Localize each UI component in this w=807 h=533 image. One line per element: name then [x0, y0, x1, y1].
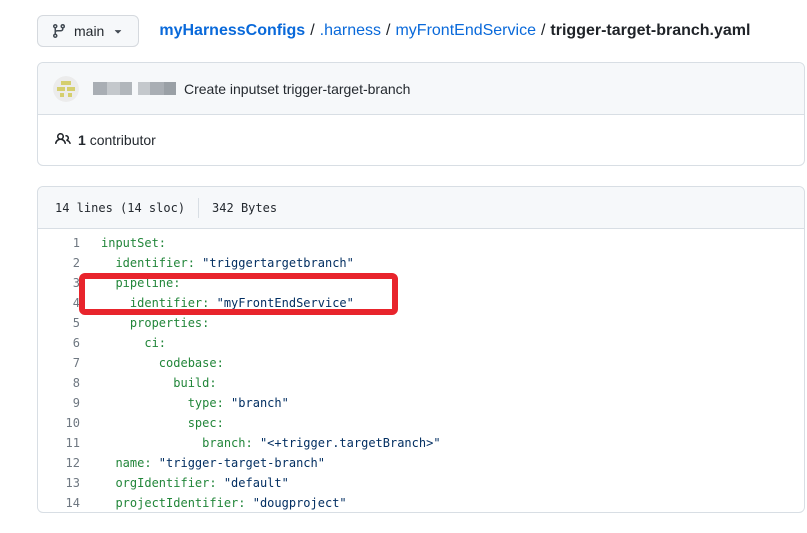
code-line: 2 identifier: "triggertargetbranch" [38, 253, 804, 273]
code-line: 14 projectIdentifier: "dougproject" [38, 493, 804, 513]
code-rows: 1inputSet:2 identifier: "triggertargetbr… [38, 229, 804, 513]
latest-commit-box: Create inputset trigger-target-branch 1 … [37, 62, 805, 166]
line-number[interactable]: 7 [38, 353, 86, 373]
code-line: 8 build: [38, 373, 804, 393]
code-text: branch: "<+trigger.targetBranch>" [86, 433, 441, 453]
branch-name-label: main [74, 23, 104, 39]
line-number[interactable]: 8 [38, 373, 86, 393]
identicon-avatar[interactable] [53, 76, 79, 102]
breadcrumb: myHarnessConfigs / .harness / myFrontEnd… [159, 22, 750, 40]
code-line: 5 properties: [38, 313, 804, 333]
code-line: 3 pipeline: [38, 273, 804, 293]
file-meta-header: 14 lines (14 sloc) 342 Bytes [38, 187, 804, 229]
breadcrumb-repo-link[interactable]: myHarnessConfigs [159, 22, 305, 40]
line-number[interactable]: 6 [38, 333, 86, 353]
code-text: orgIdentifier: "default" [86, 473, 289, 493]
line-number[interactable]: 11 [38, 433, 86, 453]
code-line: 4 identifier: "myFrontEndService" [38, 293, 804, 313]
code-line: 13 orgIdentifier: "default" [38, 473, 804, 493]
line-number[interactable]: 9 [38, 393, 86, 413]
line-number[interactable]: 14 [38, 493, 86, 513]
code-line: 11 branch: "<+trigger.targetBranch>" [38, 433, 804, 453]
code-line: 6 ci: [38, 333, 804, 353]
contributors-row[interactable]: 1 contributor [38, 115, 804, 165]
meta-divider [198, 198, 199, 218]
code-text: build: [86, 373, 217, 393]
code-line: 7 codebase: [38, 353, 804, 373]
redacted-username [93, 82, 176, 95]
file-navigation-bar: main myHarnessConfigs / .harness / myFro… [37, 15, 750, 47]
line-number[interactable]: 5 [38, 313, 86, 333]
code-line: 9 type: "branch" [38, 393, 804, 413]
branch-selector-button[interactable]: main [37, 15, 139, 47]
code-line: 1inputSet: [38, 233, 804, 253]
line-number[interactable]: 2 [38, 253, 86, 273]
code-line: 10 spec: [38, 413, 804, 433]
breadcrumb-dir-link-harness[interactable]: .harness [320, 22, 381, 40]
code-text: codebase: [86, 353, 224, 373]
code-text: properties: [86, 313, 209, 333]
line-number[interactable]: 13 [38, 473, 86, 493]
file-content-box: 14 lines (14 sloc) 342 Bytes 1inputSet:2… [37, 186, 805, 513]
git-branch-icon [51, 23, 67, 39]
code-text: spec: [86, 413, 224, 433]
breadcrumb-separator: / [541, 22, 545, 40]
breadcrumb-current-file: trigger-target-branch.yaml [550, 22, 750, 40]
code-text: identifier: "triggertargetbranch" [86, 253, 354, 273]
code-text: projectIdentifier: "dougproject" [86, 493, 347, 513]
line-number[interactable]: 1 [38, 233, 86, 253]
breadcrumb-dir-link-frontendservice[interactable]: myFrontEndService [395, 22, 536, 40]
line-number[interactable]: 4 [38, 293, 86, 313]
breadcrumb-separator: / [386, 22, 390, 40]
file-lines-info: 14 lines (14 sloc) [55, 201, 185, 215]
code-text: inputSet: [86, 233, 166, 253]
chevron-down-icon [111, 24, 125, 38]
code-text: ci: [86, 333, 166, 353]
line-number[interactable]: 12 [38, 453, 86, 473]
people-icon [55, 131, 71, 150]
code-text: name: "trigger-target-branch" [86, 453, 325, 473]
breadcrumb-separator: / [310, 22, 314, 40]
line-number[interactable]: 10 [38, 413, 86, 433]
code-text: identifier: "myFrontEndService" [86, 293, 354, 313]
file-size: 342 Bytes [212, 201, 277, 215]
commit-header: Create inputset trigger-target-branch [38, 63, 804, 115]
contributors-label: 1 contributor [78, 132, 156, 148]
code-text: pipeline: [86, 273, 180, 293]
commit-message-link[interactable]: Create inputset trigger-target-branch [184, 81, 410, 97]
github-file-page: main myHarnessConfigs / .harness / myFro… [0, 0, 807, 533]
code-line: 12 name: "trigger-target-branch" [38, 453, 804, 473]
code-text: type: "branch" [86, 393, 289, 413]
line-number[interactable]: 3 [38, 273, 86, 293]
